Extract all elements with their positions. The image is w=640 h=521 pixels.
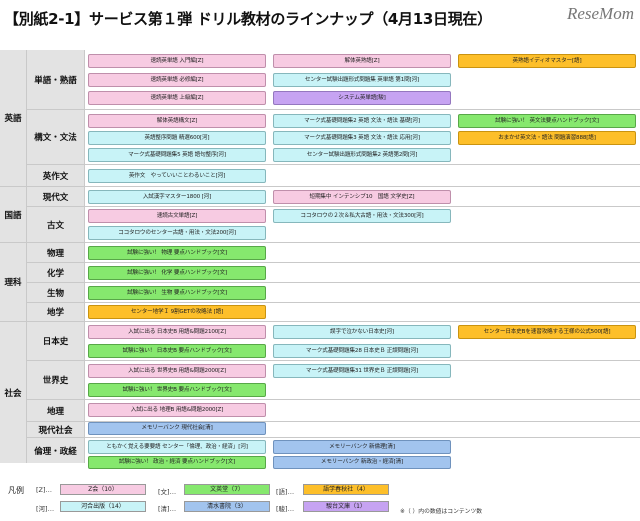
- legend-z: Z会（10）: [60, 484, 146, 495]
- category-kobun-bunpo: 構文・文法: [27, 110, 84, 164]
- category-sekaishi: 世界史: [27, 361, 84, 399]
- legend-code: [Z]…: [36, 486, 53, 494]
- item-bar[interactable]: 英熟語イディオマスター[語]: [458, 54, 636, 68]
- item-bar[interactable]: 速読古文単語[Z]: [88, 209, 266, 223]
- legend-sundai: 駿台文庫（1）: [303, 501, 389, 512]
- item-bar[interactable]: センター地学Ｉ 9割GETの攻略法 [語]: [88, 305, 266, 319]
- legend-code: [文]…: [158, 488, 177, 496]
- item-bar[interactable]: センター試験出題形式問題集2 英語第2問[河]: [273, 148, 451, 162]
- item-bar[interactable]: 入試に出る 地理B 用語&問題2000[Z]: [88, 403, 266, 417]
- category-chigaku: 地学: [27, 303, 84, 321]
- legend-shogakusha: 語学春秋社（4）: [303, 484, 389, 495]
- item-bar[interactable]: 英語整序問題 精選600[河]: [88, 131, 266, 145]
- item-bar[interactable]: 入試に出る 世界史B 用語&問題2000[Z]: [88, 364, 266, 378]
- subject-shakai: 社会: [0, 322, 26, 463]
- item-bar[interactable]: システム英単語[駿]: [273, 91, 451, 105]
- item-bar[interactable]: 速読英単語 上級編[Z]: [88, 91, 266, 105]
- item-bar[interactable]: センター日本史Bを速習攻略する王様の公式500[語]: [458, 325, 636, 339]
- subject-kokugo: 国語: [0, 187, 26, 242]
- item-bar[interactable]: 試験に強い！ 英文法要点ハンドブック[文]: [458, 114, 636, 128]
- category-butsuri: 物理: [27, 243, 84, 262]
- item-bar[interactable]: 試験に強い！ 化学 要点ハンドブック[文]: [88, 266, 266, 280]
- legend-kawai: 河合出版（14）: [60, 501, 146, 512]
- item-bar[interactable]: 試験に強い！ 日本史B 要点ハンドブック[文]: [88, 344, 266, 358]
- item-bar[interactable]: マーク式基礎問題集3 英語 文法・語法 応用[河]: [273, 131, 451, 145]
- item-bar[interactable]: マーク式基礎問題集5 英語 語句整序[河]: [88, 148, 266, 162]
- legend-code: [河]…: [36, 505, 55, 513]
- item-bar[interactable]: 試験に強い！ 物理 要点ハンドブック[文]: [88, 246, 266, 260]
- legend-bunshin: 文英堂（7）: [184, 484, 270, 495]
- resemom-logo: ReseMom: [566, 4, 634, 23]
- category-gendai-shakai: 現代社会: [27, 422, 84, 437]
- item-bar[interactable]: マーク式基礎問題集31 世界史Ｂ 正誤問題[河]: [273, 364, 451, 378]
- category-nihonshi: 日本史: [27, 322, 84, 360]
- item-bar[interactable]: 試験に強い！ 生物 要点ハンドブック[文]: [88, 286, 266, 300]
- category-kobun: 古文: [27, 207, 84, 242]
- category-eisakubun: 英作文: [27, 165, 84, 186]
- item-bar[interactable]: 入試に出る 日本史B 用語&問題2100[Z]: [88, 325, 266, 339]
- item-bar[interactable]: ともかく覚える要要語 センター「倫理、政治・経済」[河]: [88, 440, 266, 454]
- item-bar[interactable]: 試験に強い！ 政治・経済 要点ハンドブック[文]: [88, 456, 266, 469]
- page-title: 【別紙2-1】サービス第１弾 ドリル教材のラインナップ（4月13日現在）: [4, 10, 492, 28]
- item-bar[interactable]: メモリーバンク 現代社会[清]: [88, 422, 266, 435]
- item-bar[interactable]: ココタロウの２次＆私大古語・用法・文法300[河]: [273, 209, 451, 223]
- item-bar[interactable]: おまかせ英文法・語法 問題演習888[語]: [458, 131, 636, 145]
- category-kagaku: 化学: [27, 263, 84, 282]
- category-chiri: 地理: [27, 400, 84, 421]
- item-bar[interactable]: 試験に強い！ 世界史B 要点ハンドブック[文]: [88, 383, 266, 397]
- legend-label: 凡例: [8, 486, 24, 495]
- item-bar[interactable]: 速読英単語 必修編[Z]: [88, 73, 266, 87]
- category-tango: 単語・熟語: [27, 50, 84, 109]
- item-bar[interactable]: メモリーバンク 新政治・経済[清]: [273, 456, 451, 469]
- item-bar[interactable]: 短期集中 インテンシブ10 国語 文学史[Z]: [273, 190, 451, 204]
- category-seibutsu: 生物: [27, 283, 84, 302]
- subject-rika: 理科: [0, 243, 26, 321]
- item-bar[interactable]: 解体英語構文[Z]: [88, 114, 266, 128]
- item-bar[interactable]: センター試験出題形式問題集 英単語 第1問[河]: [273, 73, 451, 87]
- legend-shimizu: 清水書院（3）: [184, 501, 270, 512]
- legend-code: [清]…: [158, 505, 177, 513]
- item-bar[interactable]: マーク式基礎問題集28 日本史Ｂ 正誤問題[河]: [273, 344, 451, 358]
- category-gendaibun: 現代文: [27, 187, 84, 206]
- legend-note: ※（ ）内の数値はコンテンツ数: [400, 509, 483, 515]
- item-bar[interactable]: ココタロウのセンター古語・用法・文法200[河]: [88, 226, 266, 240]
- item-bar[interactable]: 速読英単語 入門編[Z]: [88, 54, 266, 68]
- subject-english: 英語: [0, 50, 26, 186]
- legend-code: [駿]…: [276, 505, 295, 513]
- item-bar[interactable]: 解体英熟語[Z]: [273, 54, 451, 68]
- item-bar[interactable]: 誤字で泣かない日本史[河]: [273, 325, 451, 339]
- item-bar[interactable]: 英作文 やっていいことわるいこと[河]: [88, 169, 266, 183]
- item-bar[interactable]: マーク式基礎問題集2 英語 文法・語法 基礎[河]: [273, 114, 451, 128]
- item-bar[interactable]: メモリーバンク 新倫理[清]: [273, 440, 451, 454]
- item-bar[interactable]: 入試漢字マスター1800 [河]: [88, 190, 266, 204]
- legend-code: [語]…: [276, 488, 295, 496]
- category-rinri: 倫理・政経: [27, 438, 84, 463]
